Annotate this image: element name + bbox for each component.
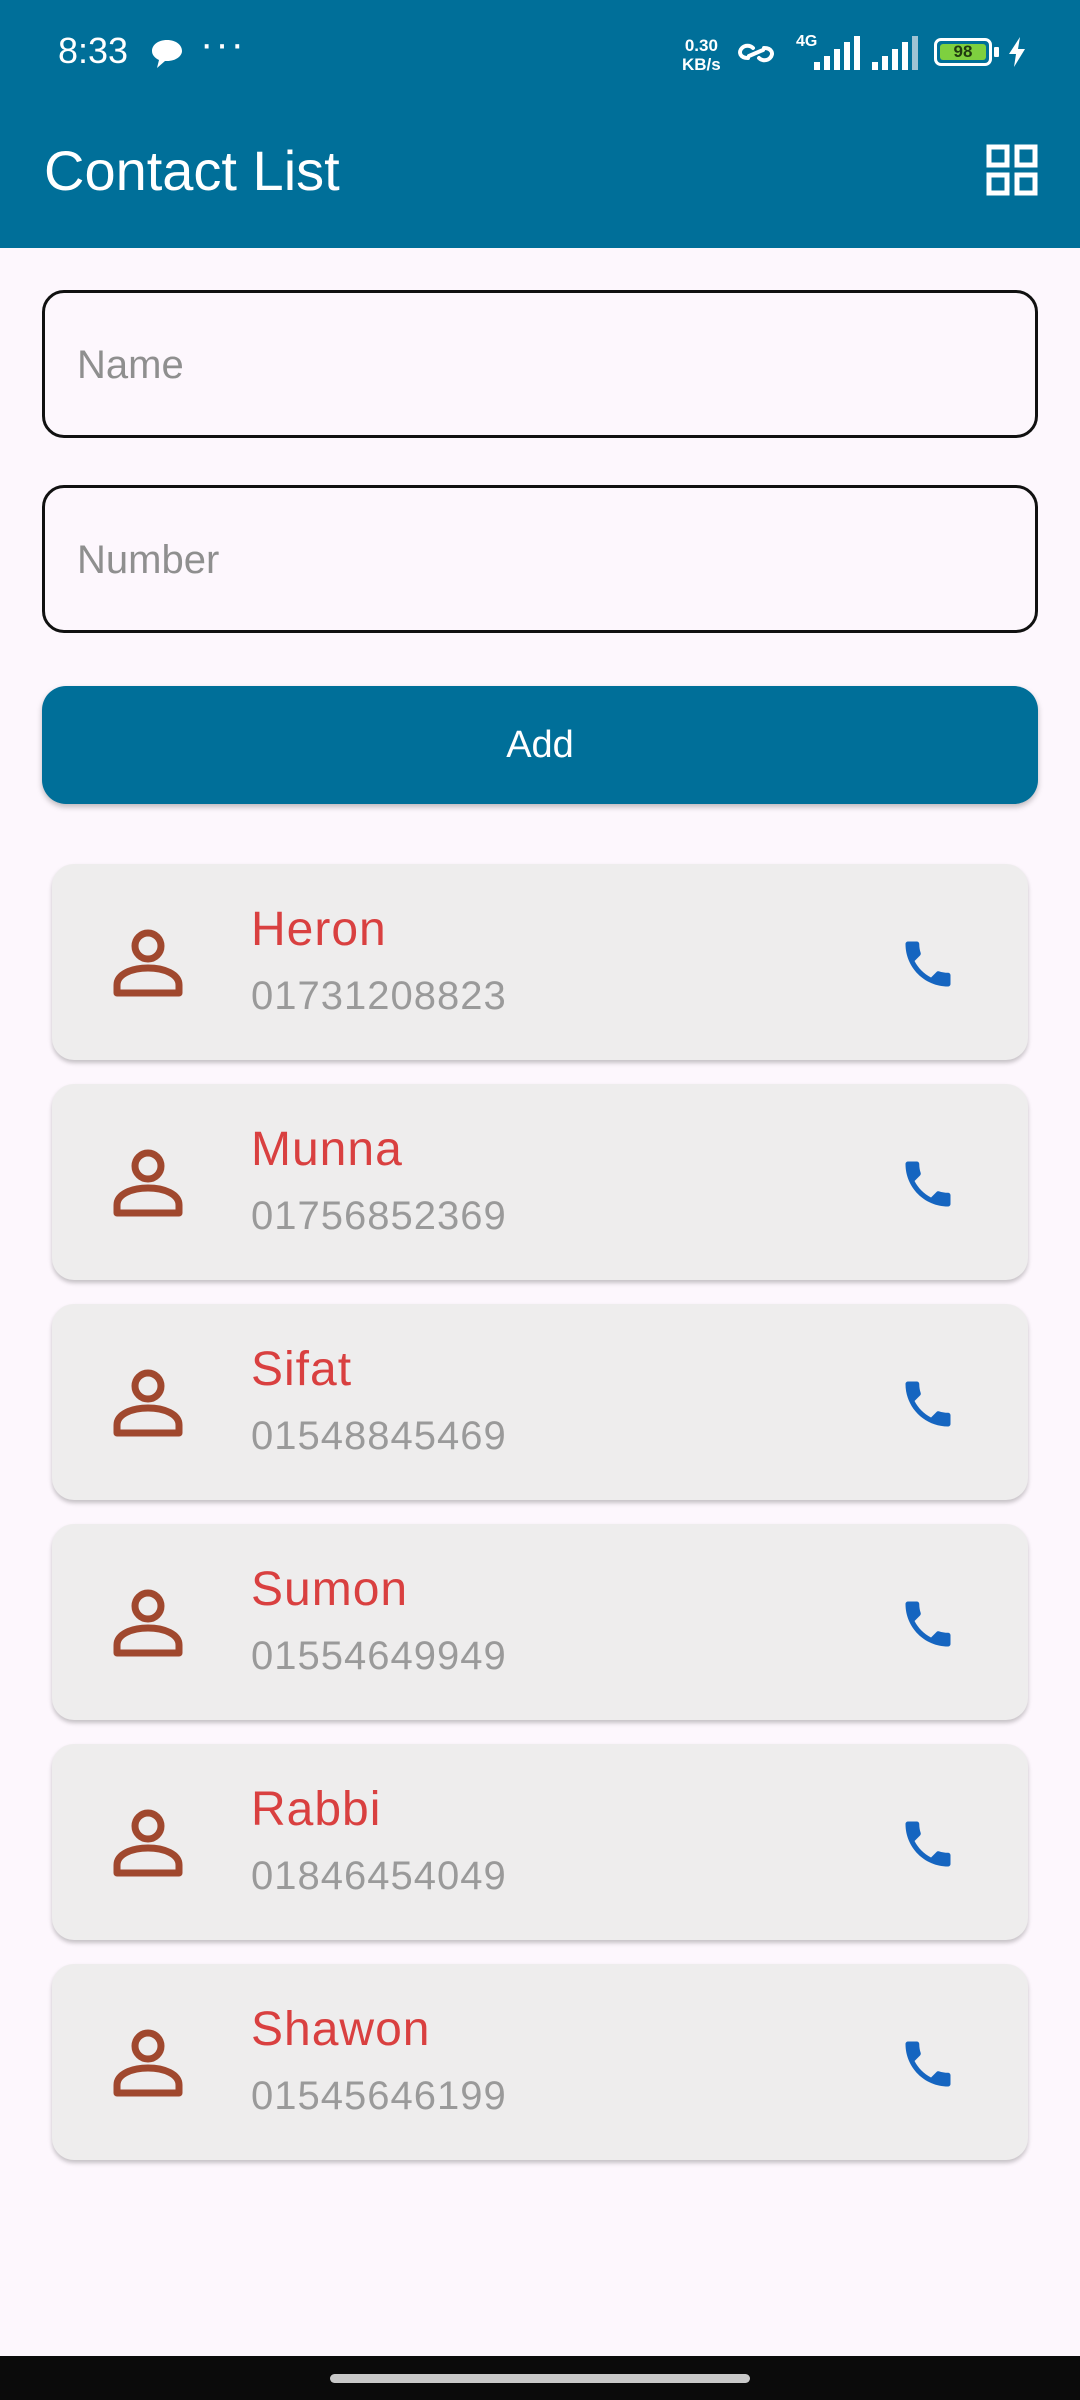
person-icon	[113, 1369, 183, 1437]
contact-card-5[interactable]: Rabbi 01846454049	[52, 1744, 1028, 1940]
contact-name: Rabbi	[251, 1783, 382, 1836]
contact-list: Heron 01731208823 Munna 01756852369 Sifa…	[52, 864, 1028, 2184]
signal-strength-secondary-icon	[872, 36, 918, 70]
person-icon	[113, 1589, 183, 1657]
network-speed: 0.30 KB/s	[682, 36, 721, 74]
charging-bolt-icon	[1009, 37, 1025, 67]
contact-card-1[interactable]: Heron 01731208823	[52, 864, 1028, 1060]
home-gesture-handle[interactable]	[330, 2374, 750, 2383]
add-button[interactable]: Add	[42, 686, 1038, 804]
contact-number: 01545646199	[251, 2074, 507, 2118]
phone-icon[interactable]	[898, 2034, 958, 2094]
status-time: 8:33	[58, 30, 129, 71]
phone-icon[interactable]	[898, 1374, 958, 1434]
phone-icon[interactable]	[898, 934, 958, 994]
network-speed-value: 0.30	[684, 36, 718, 55]
number-field[interactable]	[42, 485, 1038, 633]
contact-number: 01756852369	[251, 1194, 507, 1238]
app-bar: Contact List	[0, 108, 1080, 248]
phone-icon[interactable]	[898, 1814, 958, 1874]
page-title: Contact List	[44, 139, 340, 202]
person-icon	[113, 929, 183, 997]
contact-name: Heron	[251, 903, 387, 956]
grid-view-icon[interactable]	[986, 144, 1038, 196]
system-navigation-bar	[0, 2356, 1080, 2400]
battery-icon: 98	[934, 38, 992, 66]
contact-card-2[interactable]: Munna 01756852369	[52, 1084, 1028, 1280]
contact-number: 01846454049	[251, 1854, 507, 1898]
contact-name: Sumon	[251, 1563, 409, 1616]
contact-name: Shawon	[251, 2003, 431, 2056]
name-field[interactable]	[42, 290, 1038, 438]
more-notifications-icon: ···	[200, 22, 246, 66]
contact-number: 01548845469	[251, 1414, 507, 1458]
battery-cap	[994, 47, 999, 57]
contact-number: 01731208823	[251, 974, 507, 1018]
signal-strength-icon	[814, 36, 860, 70]
phone-icon[interactable]	[898, 1594, 958, 1654]
person-icon	[113, 1149, 183, 1217]
number-input[interactable]	[75, 488, 1009, 632]
battery-level: 98	[953, 42, 973, 61]
phone-icon[interactable]	[898, 1154, 958, 1214]
name-input[interactable]	[75, 293, 1009, 437]
contact-card-4[interactable]: Sumon 01554649949	[52, 1524, 1028, 1720]
status-bar: 8:33 ··· 0.30 KB/s 4G 98	[0, 0, 1080, 108]
contact-name: Sifat	[251, 1343, 353, 1396]
contact-number: 01554649949	[251, 1634, 507, 1678]
person-icon	[113, 1809, 183, 1877]
contact-name: Munna	[251, 1123, 403, 1176]
network-speed-unit: KB/s	[682, 55, 721, 74]
person-icon	[113, 2029, 183, 2097]
chat-bubble-icon	[152, 40, 182, 68]
contact-card-6[interactable]: Shawon 01545646199	[52, 1964, 1028, 2160]
contact-card-3[interactable]: Sifat 01548845469	[52, 1304, 1028, 1500]
hotspot-link-icon	[738, 43, 774, 63]
